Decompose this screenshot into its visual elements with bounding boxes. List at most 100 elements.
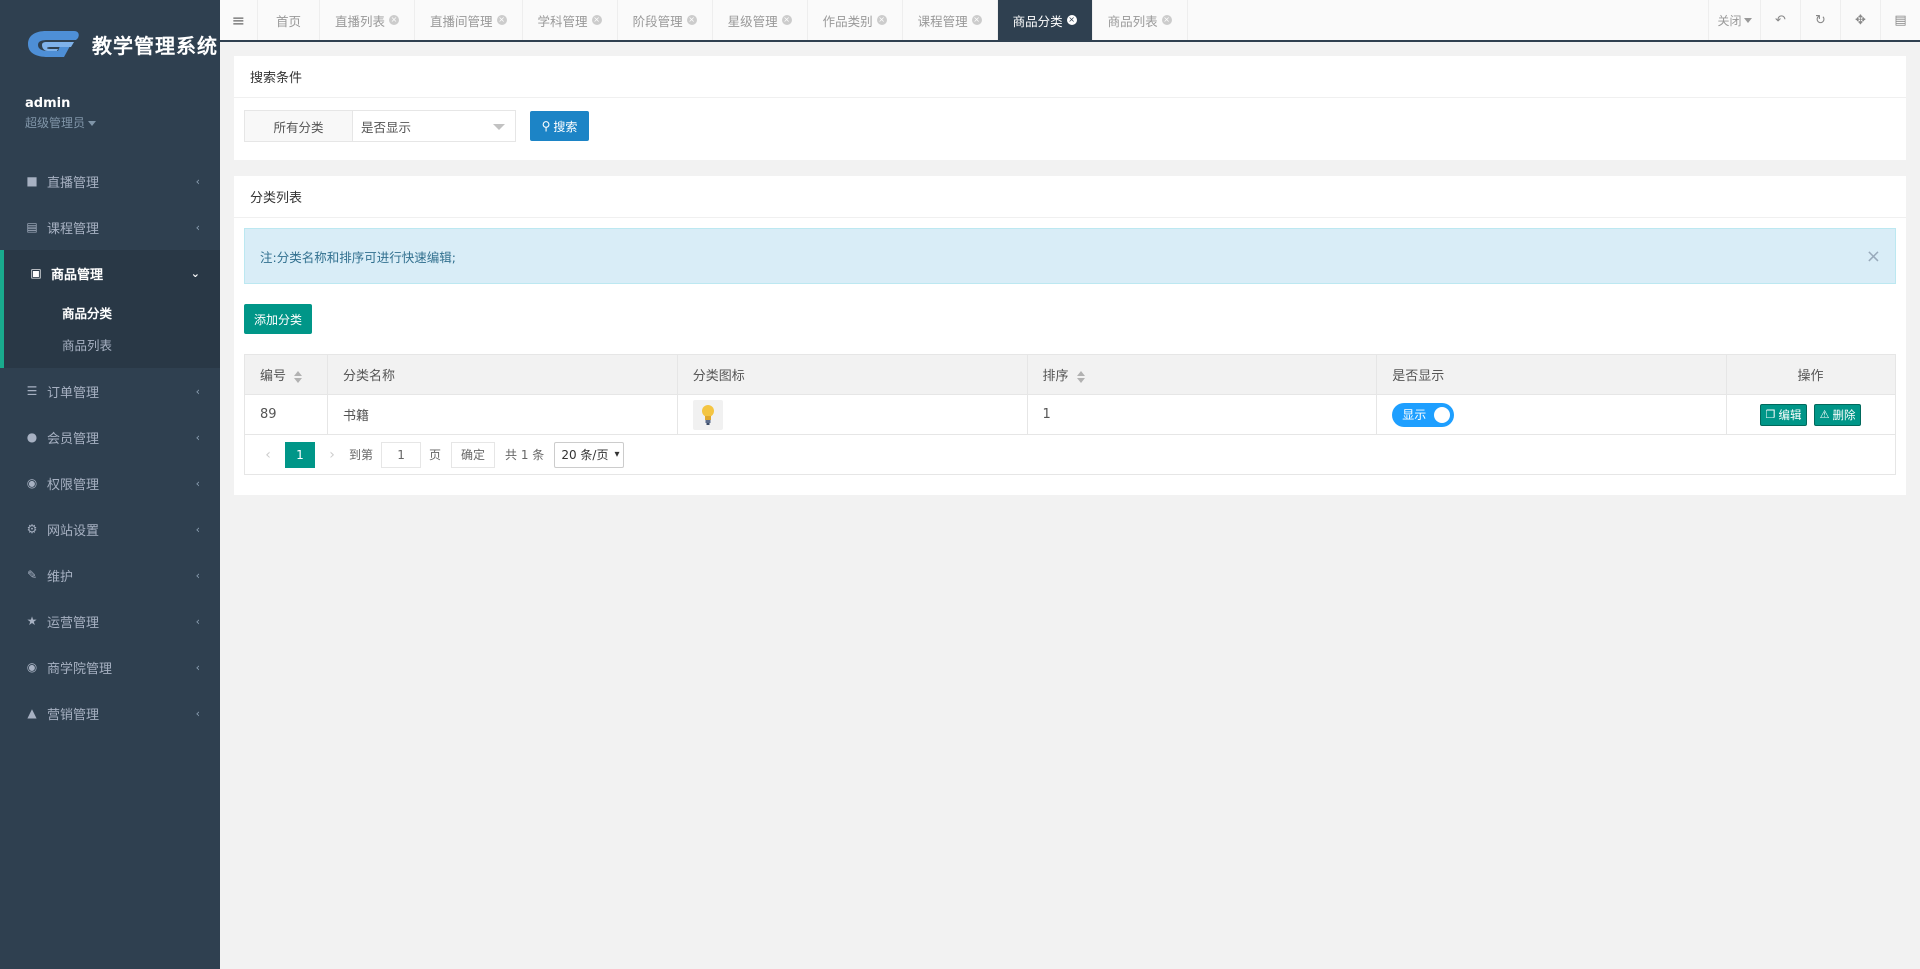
book-icon: ▤	[26, 220, 38, 234]
cell-sort[interactable]: 1	[1026, 394, 1378, 435]
table-header-row: 编号 分类名称 分类图标 排序 是否显示 操作	[244, 354, 1896, 395]
pagination: ‹ 1 › 到第 1 页 确定 共 1 条 20 条/页 ▾	[244, 435, 1896, 475]
display-select-value: 是否显示	[361, 119, 412, 135]
sidebar-item-live[interactable]: ■ 直播管理 ‹	[0, 158, 220, 204]
page-input[interactable]: 1	[381, 441, 422, 468]
menu-toggle-button[interactable]: ≡	[220, 0, 258, 40]
tab-subject[interactable]: 学科管理 ×	[523, 0, 618, 40]
back-button[interactable]: ↶	[1760, 0, 1800, 40]
tab-label: 直播间管理	[430, 13, 493, 29]
cell-display: 显示	[1376, 394, 1728, 435]
user-icon: ●	[26, 430, 38, 444]
next-page-icon[interactable]: ›	[319, 447, 345, 463]
tab-live-list[interactable]: 直播列表 ×	[320, 0, 416, 40]
page-size-value: 20 条/页	[561, 448, 609, 462]
category-list-panel: 分类列表 注:分类名称和排序可进行快速编辑; × 添加分类 编号 分类名称 分类…	[234, 176, 1906, 495]
chevron-down-icon: ▾	[614, 449, 620, 460]
delete-button[interactable]: ⚠ 删除	[1813, 403, 1862, 426]
sidebar-item-maintenance[interactable]: ✎ 维护 ‹	[0, 552, 220, 598]
current-page[interactable]: 1	[285, 441, 315, 468]
close-tab-icon[interactable]: ×	[591, 15, 602, 25]
refresh-button[interactable]: ↻	[1800, 0, 1840, 40]
tab-course-manage[interactable]: 课程管理 ×	[903, 0, 998, 40]
lightbulb-icon	[701, 404, 714, 425]
sidebar-item-members[interactable]: ● 会员管理 ‹	[0, 414, 220, 460]
sidebar-submenu: 商品分类 商品列表	[4, 296, 220, 368]
tab-goods-list[interactable]: 商品列表 ×	[1093, 0, 1188, 40]
close-tab-icon[interactable]: ×	[781, 15, 792, 25]
caret-down-icon	[493, 124, 505, 130]
close-tab-icon[interactable]: ×	[1066, 15, 1077, 25]
sidebar-item-label: 网站设置	[47, 523, 100, 539]
tab-label: 课程管理	[917, 13, 968, 29]
sort-icon[interactable]	[294, 370, 303, 383]
sidebar-item-label: 商学院管理	[47, 661, 113, 677]
close-tab-icon[interactable]: ×	[496, 15, 507, 25]
tab-star-level[interactable]: 星级管理 ×	[713, 0, 808, 40]
column-header-sort[interactable]: 排序	[1026, 354, 1378, 395]
tab-bar: ≡ 首页 直播列表 × 直播间管理 × 学科管理 × 阶段管理 × 星级管理 × 作品类别…	[220, 0, 1920, 42]
display-select[interactable]: 是否显示	[353, 111, 515, 141]
close-icon[interactable]: ×	[1866, 246, 1881, 267]
user-role-dropdown[interactable]: 超级管理员	[25, 114, 220, 131]
page-size-select[interactable]: 20 条/页 ▾	[554, 441, 625, 468]
chevron-left-icon: ‹	[195, 476, 200, 490]
tasks-icon: ▤	[1894, 12, 1907, 28]
column-label: 分类名称	[342, 369, 395, 384]
close-tabs-dropdown[interactable]: 关闭	[1708, 0, 1760, 40]
sidebar: 教学管理系统 admin 超级管理员 ■ 直播管理 ‹ ▤ 课程管理 ‹ ▣ 商…	[0, 0, 220, 969]
prev-page-icon[interactable]: ‹	[255, 447, 281, 463]
goto-confirm-button[interactable]: 确定	[451, 441, 496, 468]
cell-name[interactable]: 书籍	[326, 394, 678, 435]
toggle-label: 显示	[1402, 408, 1427, 422]
goto-label: 到第	[349, 448, 374, 462]
sidebar-item-orders[interactable]: ☰ 订单管理 ‹	[0, 368, 220, 414]
edit-button[interactable]: ❐ 编辑	[1759, 403, 1808, 426]
column-label: 排序	[1042, 369, 1069, 384]
sidebar-subitem-goods-category[interactable]: 商品分类	[4, 296, 220, 328]
close-tab-icon[interactable]: ×	[1161, 15, 1172, 25]
close-tab-icon[interactable]: ×	[686, 15, 697, 25]
close-tab-icon[interactable]: ×	[876, 15, 887, 25]
page-unit: 页	[429, 448, 442, 462]
sidebar-item-business-school[interactable]: ◉ 商学院管理 ‹	[0, 644, 220, 690]
close-tab-icon[interactable]: ×	[971, 15, 982, 25]
display-toggle[interactable]: 显示	[1392, 402, 1455, 427]
add-category-button[interactable]: 添加分类	[244, 304, 312, 334]
users-icon: ◉	[26, 660, 38, 674]
close-label: 关闭	[1717, 13, 1742, 28]
theme-button[interactable]: ▤	[1880, 0, 1920, 40]
tab-home[interactable]: 首页	[258, 0, 321, 40]
refresh-icon: ↻	[1815, 12, 1826, 28]
tab-live-room[interactable]: 直播间管理 ×	[415, 0, 523, 40]
cart-icon: ▣	[30, 266, 42, 280]
sidebar-item-permissions[interactable]: ◉ 权限管理 ‹	[0, 460, 220, 506]
warning-icon: ⚠	[1819, 408, 1830, 421]
column-header-id[interactable]: 编号	[244, 354, 328, 395]
fullscreen-button[interactable]: ✥	[1840, 0, 1880, 40]
sidebar-item-marketing[interactable]: ▲ 营销管理 ‹	[0, 690, 220, 736]
edit-label: 编辑	[1778, 407, 1802, 422]
sidebar-item-goods[interactable]: ▣ 商品管理 ⌄	[4, 250, 220, 296]
category-table: 编号 分类名称 分类图标 排序 是否显示 操作 89 书籍 1 显示 ❐ 编辑 …	[244, 354, 1896, 435]
app-title: 教学管理系统	[92, 33, 218, 58]
tab-goods-category[interactable]: 商品分类 ×	[997, 0, 1093, 40]
trophy-icon: ★	[26, 614, 38, 628]
tab-stage[interactable]: 阶段管理 ×	[618, 0, 713, 40]
category-icon-thumbnail[interactable]	[692, 399, 723, 430]
tab-label: 阶段管理	[632, 13, 683, 29]
close-tab-icon[interactable]: ×	[389, 15, 400, 25]
list-icon: ☰	[26, 384, 38, 398]
tab-label: 商品列表	[1107, 13, 1158, 29]
sidebar-item-site-settings[interactable]: ⚙ 网站设置 ‹	[0, 506, 220, 552]
copy-icon: ❐	[1765, 408, 1776, 421]
column-header-actions: 操作	[1726, 354, 1896, 395]
sidebar-item-course[interactable]: ▤ 课程管理 ‹	[0, 204, 220, 250]
sort-icon[interactable]	[1076, 370, 1085, 383]
sidebar-item-operations[interactable]: ★ 运营管理 ‹	[0, 598, 220, 644]
search-icon: ⚲	[541, 119, 551, 133]
search-button[interactable]: ⚲ 搜索	[530, 111, 589, 141]
tab-work-category[interactable]: 作品类别 ×	[808, 0, 903, 40]
delete-label: 删除	[1832, 407, 1856, 422]
sidebar-subitem-goods-list[interactable]: 商品列表	[4, 328, 220, 360]
